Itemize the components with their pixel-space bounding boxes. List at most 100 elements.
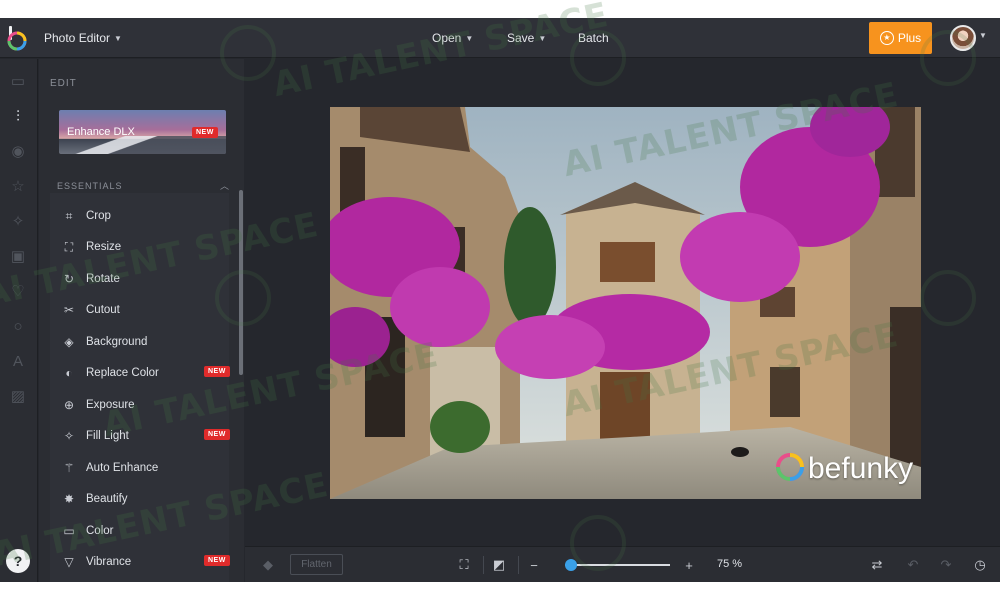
enhance-dlx-card[interactable]: Enhance DLX NEW [59, 110, 226, 154]
village-street-photo [330, 107, 921, 499]
menu-batch[interactable]: Batch [578, 31, 609, 45]
star-icon[interactable]: ☆ [8, 176, 28, 196]
edit-sliders-icon[interactable]: ⫶ [8, 106, 28, 126]
menu-batch-label: Batch [578, 31, 609, 45]
zoom-in-button[interactable]: + [680, 556, 698, 574]
auto-enhance-icon: ⚚ [63, 461, 75, 475]
list-item-label: Beautify [86, 493, 128, 505]
exposure-icon: ⊕ [63, 398, 75, 412]
new-badge: NEW [192, 127, 218, 138]
app-title: Photo Editor [44, 31, 111, 45]
zoom-minus-label: − [530, 557, 538, 573]
list-item-background[interactable]: ◈ Background [62, 333, 147, 351]
background-icon: ◈ [64, 335, 74, 349]
help-label: ? [13, 553, 23, 569]
beautify-icon: ✸ [63, 492, 75, 506]
image-manager-icon[interactable]: ▭ [8, 71, 28, 91]
edit-panel: EDIT Enhance DLX NEW ESSENTIALS ︿ ⌗ Crop … [39, 59, 244, 582]
chevron-down-icon: ▼ [465, 34, 474, 44]
list-item-label: Background [86, 336, 148, 348]
bottom-toolbar: ◆ Flatten ⛶ ◩ − + 75 % ⇄ ↶ ↷ ◷ [245, 546, 1000, 582]
replace-color-icon: ◐ [65, 366, 73, 380]
fit-screen-icon[interactable]: ⛶ [455, 556, 473, 574]
layers-icon[interactable]: ◆ [259, 556, 277, 574]
heart-icon[interactable]: ♡ [8, 281, 28, 301]
menu-open[interactable]: Open ▼ [432, 31, 473, 45]
app-title-dropdown[interactable]: Photo Editor ▼ [44, 31, 122, 45]
avatar[interactable] [950, 25, 976, 51]
list-item-color[interactable]: ▭ Color [62, 522, 113, 540]
compare-icon[interactable]: ⇄ [868, 556, 886, 574]
list-item-label: Crop [86, 210, 111, 222]
list-item-exposure[interactable]: ⊕ Exposure [62, 396, 135, 414]
text-icon[interactable]: A [8, 351, 28, 371]
chevron-up-icon[interactable]: ︿ [220, 179, 229, 192]
chevron-down-icon: ▼ [114, 34, 122, 44]
list-item-vibrance[interactable]: ▽ Vibrance [62, 553, 131, 571]
menu-save-label: Save [507, 31, 535, 45]
section-header-essentials[interactable]: ESSENTIALS [57, 181, 123, 191]
new-badge: NEW [204, 366, 230, 377]
mountain-thumbnail [59, 136, 226, 154]
list-item-replace-color[interactable]: ◐ Replace Color [62, 364, 159, 382]
photo-canvas[interactable]: befunky [330, 107, 921, 499]
touch-up-icon[interactable]: ✧ [8, 211, 28, 231]
shapes-icon[interactable]: ○ [8, 316, 28, 336]
list-item-resize[interactable]: ⛶ Resize [62, 238, 121, 256]
list-item-label: Vibrance [86, 556, 132, 568]
redo-icon[interactable]: ↷ [937, 556, 955, 574]
list-item-label: Resize [86, 241, 122, 253]
befunky-watermark: befunky [808, 452, 914, 485]
panel-scrollbar[interactable] [239, 190, 243, 375]
undo-icon[interactable]: ↶ [904, 556, 922, 574]
flatten-button[interactable]: Flatten [290, 554, 343, 575]
list-item-label: Replace Color [86, 367, 159, 379]
list-item-label: Rotate [86, 273, 120, 285]
list-item-label: Fill Light [86, 430, 129, 442]
list-item-auto-enhance[interactable]: ⚚ Auto Enhance [62, 459, 159, 477]
actual-size-icon[interactable]: ◩ [490, 556, 508, 574]
color-icon: ▭ [63, 524, 75, 538]
new-badge: NEW [204, 555, 230, 566]
rotate-icon: ↻ [63, 272, 75, 286]
texture-icon[interactable]: ▨ [8, 386, 28, 406]
list-item-label: Cutout [86, 304, 120, 316]
resize-icon: ⛶ [64, 239, 74, 254]
menu-open-label: Open [432, 31, 462, 45]
list-item-label: Color [86, 525, 114, 537]
zoom-slider-track[interactable] [565, 564, 670, 566]
list-item-crop[interactable]: ⌗ Crop [62, 207, 111, 225]
chevron-down-icon[interactable]: ▼ [979, 31, 987, 40]
panel-title: EDIT [50, 78, 77, 89]
star-icon: ★ [879, 31, 894, 45]
cutout-icon: ✂ [63, 303, 75, 317]
zoom-slider-thumb[interactable] [565, 559, 577, 571]
list-item-label: Auto Enhance [86, 462, 159, 474]
eye-icon[interactable]: ◉ [8, 141, 28, 161]
list-item-beautify[interactable]: ✸ Beautify [62, 490, 128, 508]
crop-icon: ⌗ [65, 208, 73, 223]
vibrance-icon: ▽ [64, 555, 74, 569]
menu-save[interactable]: Save ▼ [507, 31, 546, 45]
zoom-out-button[interactable]: − [525, 556, 543, 574]
befunky-logo-icon[interactable] [6, 25, 28, 51]
plus-upgrade-button[interactable]: ★ Plus [869, 22, 932, 54]
list-item-fill-light[interactable]: ✧ Fill Light [62, 427, 129, 445]
top-bar: Photo Editor ▼ Open ▼ Save ▼ Batch ★ Plus ▼ [0, 18, 1000, 58]
list-item-label: Exposure [86, 399, 135, 411]
essentials-list: ⌗ Crop ⛶ Resize ↻ Rotate ✂ Cutout ◈ Backgroun… [50, 193, 230, 582]
plus-label: Plus [897, 31, 922, 45]
new-badge: NEW [204, 429, 230, 440]
enhance-dlx-label: Enhance DLX [67, 126, 135, 138]
divider [483, 556, 484, 574]
chevron-down-icon: ▼ [538, 34, 547, 44]
frames-icon[interactable]: ▣ [8, 246, 28, 266]
divider [518, 556, 519, 574]
flatten-label: Flatten [301, 559, 332, 570]
fill-light-icon: ✧ [63, 429, 75, 443]
help-button[interactable]: ? [6, 549, 30, 573]
list-item-cutout[interactable]: ✂ Cutout [62, 301, 120, 319]
history-icon[interactable]: ◷ [971, 556, 989, 574]
zoom-plus-label: + [685, 557, 693, 573]
list-item-rotate[interactable]: ↻ Rotate [62, 270, 120, 288]
